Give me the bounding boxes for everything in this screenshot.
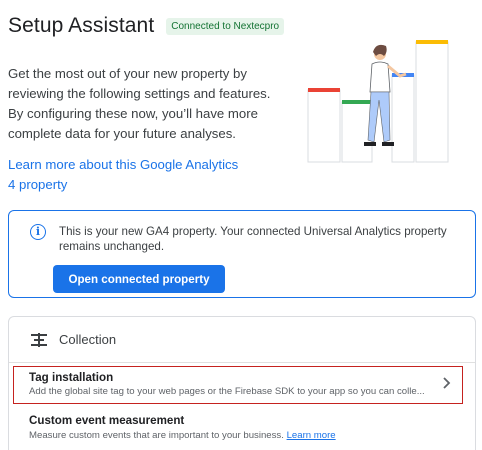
connection-status-badge: Connected to Nextecpro bbox=[166, 17, 285, 35]
tag-installation-description: Add the global site tag to your web page… bbox=[29, 386, 425, 397]
collection-header: Collection bbox=[9, 317, 475, 361]
page-title: Setup Assistant bbox=[8, 14, 155, 37]
intro-text: Get the most out of your new property by… bbox=[8, 66, 271, 141]
tag-installation-title: Tag installation bbox=[29, 371, 114, 384]
page-header: Setup Assistant Connected to Nextecpro bbox=[8, 14, 285, 38]
info-message: This is your new GA4 property. Your conn… bbox=[59, 225, 447, 253]
learn-more-ga4-link[interactable]: Learn more about this Google Analytics 4… bbox=[8, 155, 248, 195]
new-property-info-card: i This is your new GA4 property. Your co… bbox=[8, 210, 476, 298]
custom-event-title: Custom event measurement bbox=[29, 414, 185, 427]
chevron-right-icon[interactable] bbox=[441, 376, 453, 390]
custom-event-description: Measure custom events that are important… bbox=[29, 430, 336, 441]
collection-title: Collection bbox=[59, 332, 117, 347]
custom-event-row[interactable]: Custom event measurement Measure custom … bbox=[9, 405, 475, 450]
collection-icon bbox=[31, 333, 47, 347]
setup-illustration bbox=[307, 40, 449, 163]
learn-more-link[interactable]: Learn more bbox=[287, 430, 336, 441]
info-icon: i bbox=[30, 224, 46, 240]
custom-event-description-text: Measure custom events that are important… bbox=[29, 430, 284, 441]
tag-installation-row[interactable]: Tag installation Add the global site tag… bbox=[9, 362, 475, 404]
open-connected-property-button[interactable]: Open connected property bbox=[53, 265, 225, 293]
collection-card: Collection Tag installation Add the glob… bbox=[8, 316, 476, 450]
